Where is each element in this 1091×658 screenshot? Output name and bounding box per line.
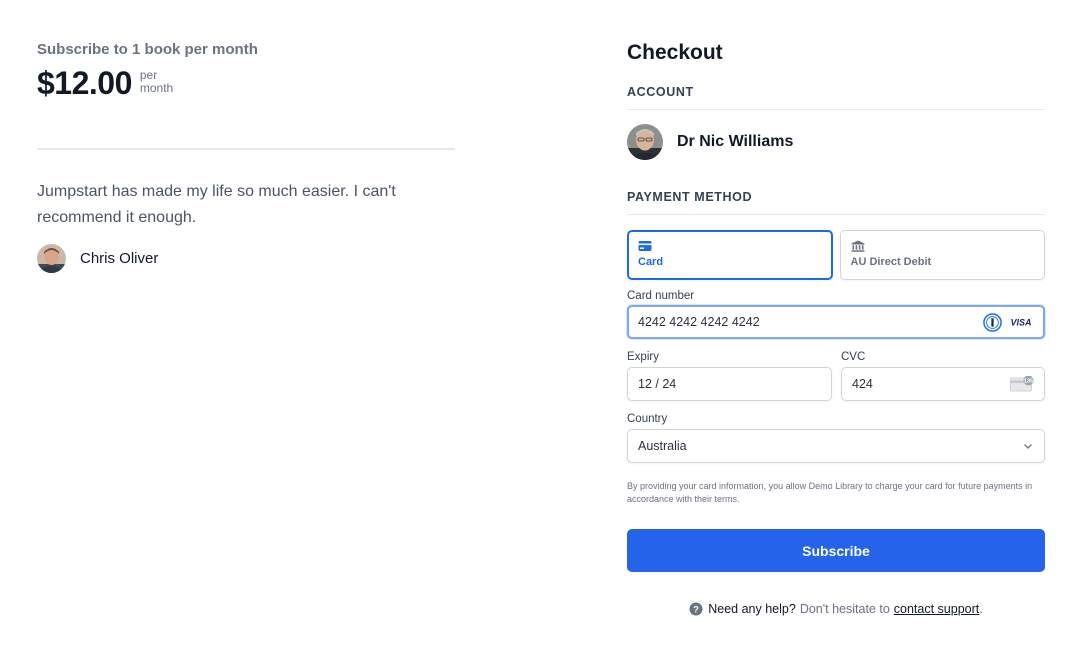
chevron-down-icon: [1024, 444, 1032, 449]
price-row: $12.00 per month: [37, 64, 455, 102]
testimonial-quote: Jumpstart has made my life so much easie…: [37, 183, 396, 226]
country-value: Australia: [638, 439, 687, 453]
plan-title: Subscribe to 1 book per month: [37, 41, 258, 58]
testimonial-author: Chris Oliver: [37, 244, 158, 273]
account-section-label: ACCOUNT: [627, 85, 694, 99]
price-period-line2: month: [139, 81, 174, 95]
price-period: per month: [140, 69, 173, 95]
card-number-value: 4242 4242 4242 4242: [638, 315, 760, 329]
legal-text: By providing your card information, you …: [627, 481, 1033, 504]
country-label: Country: [627, 413, 668, 425]
account-row: Dr Nic Williams: [627, 124, 793, 160]
cvc-card-icon: 135: [1010, 376, 1034, 392]
cvc-label: CVC: [841, 351, 866, 363]
payment-section-label: PAYMENT METHOD: [627, 190, 753, 204]
question-icon: ?: [689, 602, 703, 616]
contact-support-link[interactable]: contact support: [894, 602, 979, 616]
avatar: [627, 124, 663, 160]
author-name: Chris Oliver: [80, 250, 159, 267]
help-row: ? Need any help? Don't hesitate to conta…: [627, 602, 1045, 616]
page-title: Checkout: [627, 41, 723, 64]
country-select[interactable]: Australia: [627, 429, 1045, 463]
plan-price: $12.00: [37, 65, 132, 101]
bank-icon: [851, 240, 864, 252]
account-name: Dr Nic Williams: [677, 133, 794, 150]
tab-card-label: Card: [638, 256, 664, 268]
plan-summary: Subscribe to 1 book per month $12.00 per…: [37, 40, 455, 273]
password-manager-icon[interactable]: [983, 312, 1002, 332]
svg-text:?: ?: [693, 605, 699, 616]
account-divider: [627, 109, 1045, 110]
checkout-panel: Checkout ACCOUNT Dr Nic Williams PAYMENT…: [627, 40, 1045, 616]
card-number-label: Card number: [627, 290, 695, 302]
expiry-value: 12 / 24: [638, 377, 677, 391]
cvc-value: 424: [852, 377, 873, 391]
payment-method-tabs: Card AU Direct Debit: [627, 230, 1045, 280]
help-text: Don't hesitate to: [799, 602, 890, 616]
tab-au-direct-debit[interactable]: AU Direct Debit: [839, 230, 1045, 280]
svg-text:135: 135: [1024, 379, 1033, 385]
visa-icon: VISA: [1008, 315, 1034, 329]
cvc-input[interactable]: 424 135: [841, 367, 1045, 401]
expiry-input[interactable]: 12 / 24: [627, 367, 832, 401]
payment-divider: [627, 214, 1045, 215]
subscribe-button[interactable]: Subscribe: [627, 529, 1045, 572]
expiry-label: Expiry: [627, 351, 659, 363]
summary-divider: [37, 148, 455, 150]
tab-card[interactable]: Card: [627, 230, 833, 280]
avatar: [37, 244, 66, 273]
help-heading: Need any help?: [708, 602, 796, 616]
card-number-input[interactable]: 4242 4242 4242 4242 VISA: [627, 305, 1045, 339]
card-icon: [638, 241, 652, 251]
help-period: .: [979, 602, 983, 616]
svg-text:VISA: VISA: [1010, 318, 1031, 328]
tab-au-direct-debit-label: AU Direct Debit: [850, 256, 932, 268]
card-badges: VISA: [983, 312, 1034, 332]
price-period-line1: per: [139, 68, 158, 82]
